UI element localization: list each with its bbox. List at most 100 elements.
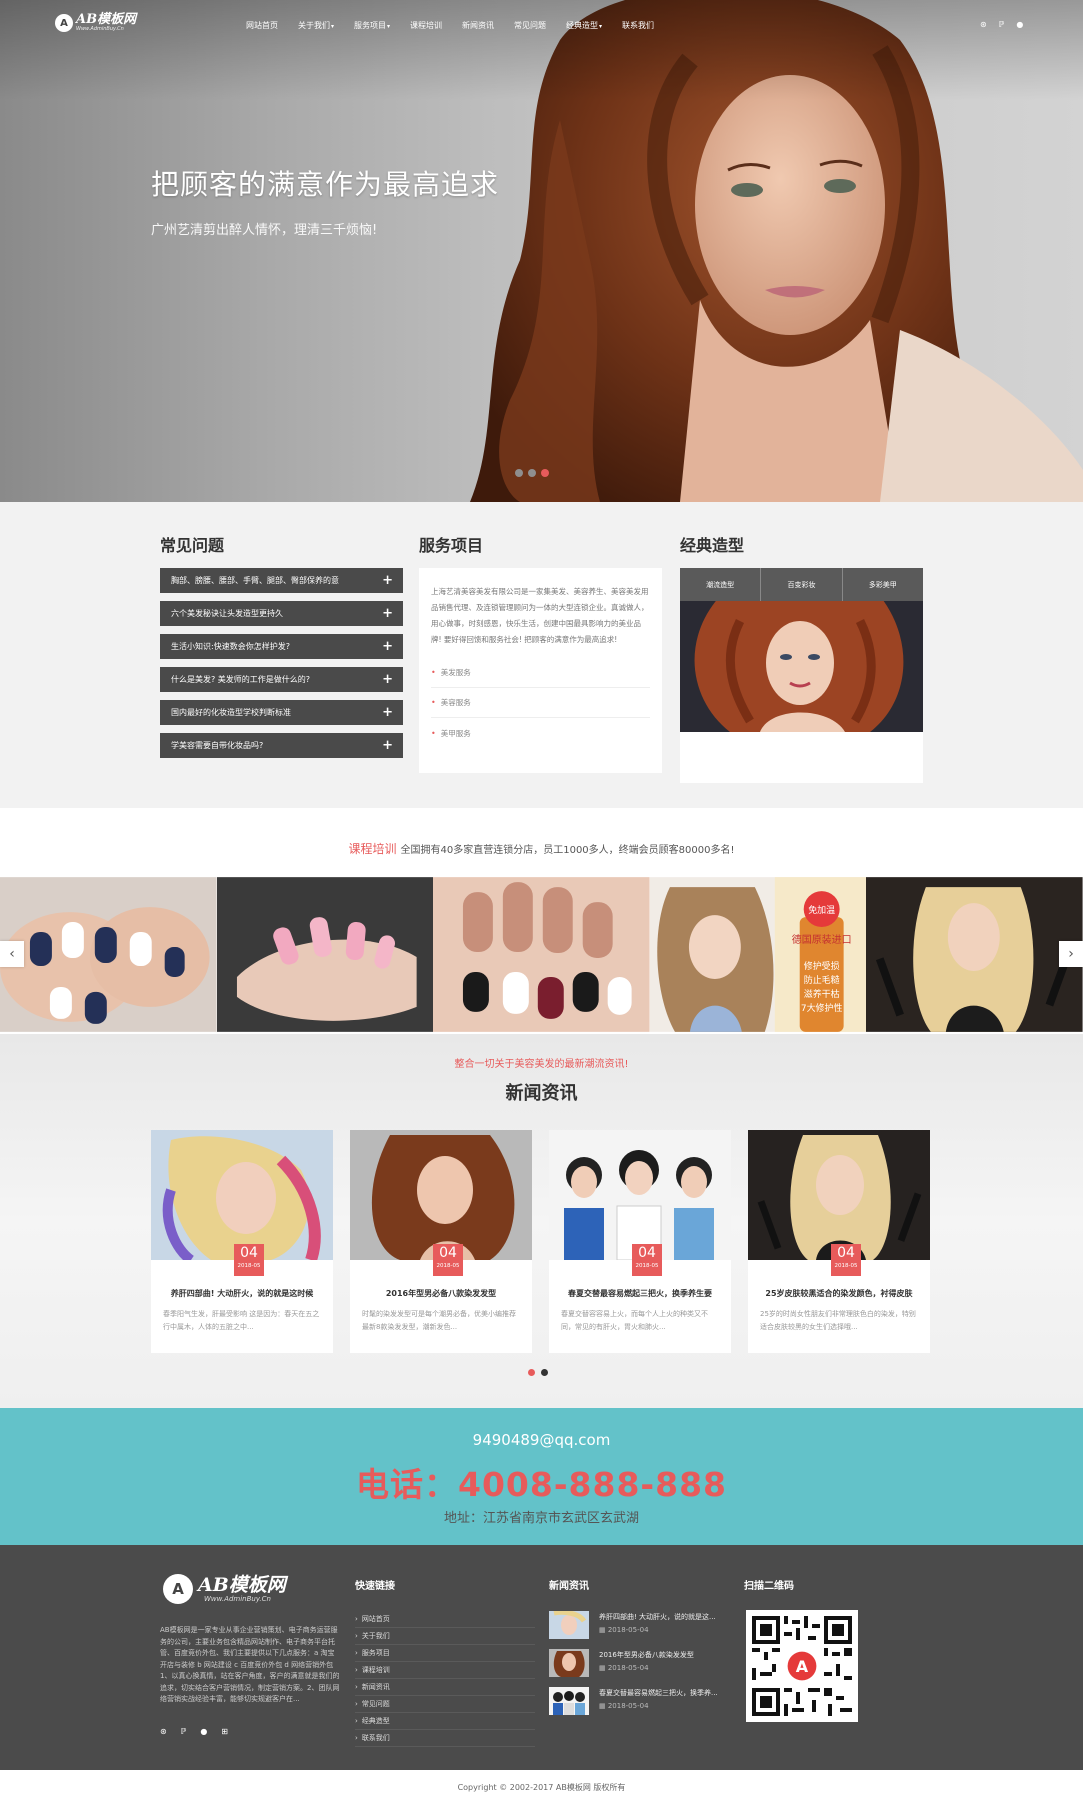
news-dot-2[interactable] xyxy=(541,1369,548,1376)
date-ym: 2018-05 xyxy=(237,1263,261,1269)
news-section: 整合一切关于美容美发的最新潮流资讯! 新闻资讯 04 2018-05 养肝四部曲!… xyxy=(0,1034,1083,1408)
faq-item[interactable]: 国内最好的化妆造型学校判断标准 + xyxy=(160,700,403,725)
footer-link-services[interactable]: › 服务项目 xyxy=(355,1645,535,1662)
nav-item-about[interactable]: 关于我们▾ xyxy=(298,20,334,31)
faq-question: 生活小知识:快速数会你怎样护发? xyxy=(171,642,290,651)
services-list: • 美发服务 • 美容服务 • 美甲服务 xyxy=(431,658,650,748)
chevron-down-icon: ▾ xyxy=(331,23,335,30)
cart-icon[interactable]: ⊞ xyxy=(221,1727,228,1736)
weibo-icon[interactable]: ⊛ xyxy=(980,20,987,29)
nav-item-home[interactable]: 网站首页 xyxy=(246,20,278,31)
course-image-nails-1[interactable] xyxy=(0,877,217,1032)
faq-item[interactable]: 胸部、膀腰、腰部、手臂、腿部、臀部保养的意 + xyxy=(160,568,403,593)
calendar-icon: ▦ xyxy=(599,1626,608,1634)
date-badge: 04 2018-05 xyxy=(234,1244,264,1276)
nav-item-news[interactable]: 新闻资讯 xyxy=(462,20,494,31)
news-card[interactable]: 04 2018-05 春夏交替最容易燃起三把火，换季养生要 春夏交替容容易上火，而… xyxy=(549,1130,731,1353)
news-thumb-image xyxy=(748,1130,930,1260)
hero-dot-1[interactable] xyxy=(515,469,523,477)
service-item-nails[interactable]: • 美甲服务 xyxy=(431,718,650,748)
course-image-nails-3[interactable] xyxy=(433,877,650,1032)
footer-news-item[interactable]: 2016年型男必备八款染发发型 ▦ 2018-05-04 xyxy=(549,1649,729,1687)
news-dot-1[interactable] xyxy=(528,1369,535,1376)
hero-dot-3[interactable] xyxy=(541,469,549,477)
chevron-right-icon: › xyxy=(355,1700,358,1708)
footer-link-contact[interactable]: › 联系我们 xyxy=(355,1730,535,1747)
plus-icon: + xyxy=(382,738,393,753)
carousel-prev-button[interactable]: ‹ xyxy=(0,941,24,967)
footer-news-item[interactable]: 养肝四部曲! 大动肝火，说的就是这... ▦ 2018-05-04 xyxy=(549,1611,729,1649)
footer-link-home[interactable]: › 网站首页 xyxy=(355,1611,535,1628)
footer-link-about[interactable]: › 关于我们 xyxy=(355,1628,535,1645)
nav-item-contact[interactable]: 联系我们 xyxy=(622,20,654,31)
faq-item[interactable]: 六个美发秘诀让头发造型更持久 + xyxy=(160,601,403,626)
qq-icon[interactable]: ● xyxy=(1016,20,1023,29)
news-pagination xyxy=(528,1369,554,1376)
svg-text:A: A xyxy=(796,1657,809,1676)
carousel-next-button[interactable]: › xyxy=(1059,941,1083,967)
logo-badge-icon: A xyxy=(55,14,73,32)
footer-link-faq[interactable]: › 常见问题 xyxy=(355,1696,535,1713)
hero-dot-2[interactable] xyxy=(528,469,536,477)
promo-badge: 免加温 xyxy=(808,904,835,916)
hero-pagination xyxy=(515,469,554,477)
footer-news-item[interactable]: 春夏交替最容易燃起三把火，换季养... ▦ 2018-05-04 xyxy=(549,1687,729,1725)
footer-news-item-date: ▦ 2018-05-04 xyxy=(599,1664,649,1672)
date-day: 04 xyxy=(837,1245,855,1261)
date-ym: 2018-05 xyxy=(635,1263,659,1269)
promo-line-3: 滋养干枯 xyxy=(804,988,840,1000)
date-ym: 2018-05 xyxy=(834,1263,858,1269)
nav-item-courses[interactable]: 课程培训 xyxy=(410,20,442,31)
course-image-hair-product[interactable]: 免加温 德国原装进口 修护受损 防止毛糙 滋养干枯 7大修护性 xyxy=(649,877,867,1032)
faq-question: 六个美发秘诀让头发造型更持久 xyxy=(171,609,283,618)
footer-link-courses[interactable]: › 课程培训 xyxy=(355,1662,535,1679)
footer-news-item-date: ▦ 2018-05-04 xyxy=(599,1626,649,1634)
faq-question: 什么是美发? 美发师的工作是做什么的? xyxy=(171,675,311,684)
news-tagline: 整合一切关于美容美发的最新潮流资讯! xyxy=(454,1059,629,1070)
footer-link-styles[interactable]: › 经典造型 xyxy=(355,1713,535,1730)
tab-makeup[interactable]: 百变彩妆 xyxy=(761,568,843,601)
services-panel: 上海艺清美容美发有限公司是一家集美发、美容养生、美容美发用品销售代理、及连锁管理… xyxy=(419,568,662,773)
tab-trend-style[interactable]: 潮流造型 xyxy=(680,568,762,601)
hero-title: 把顾客的满意作为最高追求 xyxy=(151,168,500,201)
faq-item[interactable]: 学美容需要自带化妆品吗? + xyxy=(160,733,403,758)
style-feature-image xyxy=(680,596,923,732)
contact-email[interactable]: 9490489@qq.com xyxy=(0,1431,1083,1449)
chevron-down-icon: ▾ xyxy=(599,23,603,30)
course-image-nails-2[interactable] xyxy=(216,877,434,1032)
footer-about-text: AB模板网是一家专业从事企业营销策划、电子商务运营服务的公司，主要业务包含精品网… xyxy=(160,1626,340,1703)
service-item-beauty[interactable]: • 美容服务 xyxy=(431,688,650,718)
logo-badge-icon: A xyxy=(163,1574,193,1604)
news-card-excerpt: 时髦的染发发型可是每个潮男必备，优美小编推荐最新8款染发发型，潮新发色... xyxy=(362,1310,516,1331)
date-badge: 04 2018-05 xyxy=(632,1244,662,1276)
faq-item[interactable]: 生活小知识:快速数会你怎样护发? + xyxy=(160,634,403,659)
news-card[interactable]: 04 2018-05 25岁皮肤较黑适合的染发颜色，衬得皮肤 25岁的时尚女性朋友… xyxy=(748,1130,930,1353)
footer-logo[interactable]: A AB模板网 Www.AdminBuy.Cn xyxy=(163,1574,286,1604)
footer-news-item-title: 养肝四部曲! 大动肝火，说的就是这... xyxy=(599,1613,716,1621)
service-item-hair[interactable]: • 美发服务 xyxy=(431,658,650,688)
footer-news-title: 新闻资讯 xyxy=(549,1581,589,1592)
chevron-right-icon: › xyxy=(355,1717,358,1725)
qr-code-image: A xyxy=(746,1610,858,1722)
date-ym: 2018-05 xyxy=(436,1263,460,1269)
weibo-icon[interactable]: ⊛ xyxy=(160,1727,167,1736)
chevron-right-icon: › xyxy=(355,1666,358,1674)
course-image-blonde[interactable] xyxy=(866,877,1083,1032)
footer-links-title: 快速链接 xyxy=(355,1581,395,1592)
news-card[interactable]: 04 2018-05 2016年型男必备八款染发发型 时髦的染发发型可是每个潮男必… xyxy=(350,1130,532,1353)
footer-link-news[interactable]: › 新闻资讯 xyxy=(355,1679,535,1696)
site-footer: A AB模板网 Www.AdminBuy.Cn AB模板网是一家专业从事企业营销… xyxy=(0,1545,1083,1770)
tab-nail-art[interactable]: 多彩美甲 xyxy=(842,568,923,601)
faq-item[interactable]: 什么是美发? 美发师的工作是做什么的? + xyxy=(160,667,403,692)
nav-item-styles[interactable]: 经典造型▾ xyxy=(566,20,602,31)
styles-title: 经典造型 xyxy=(680,536,745,555)
styles-tabs: 潮流造型 百变彩妆 多彩美甲 xyxy=(680,568,923,601)
paypal-icon[interactable]: ℙ xyxy=(181,1727,187,1736)
site-logo[interactable]: A AB模板网 Www.AdminBuy.Cn xyxy=(55,11,145,35)
calendar-icon: ▦ xyxy=(599,1702,608,1710)
news-card[interactable]: 04 2018-05 养肝四部曲! 大动肝火，说的就是这时候 春季阳气生发，肝最受… xyxy=(151,1130,333,1353)
nav-item-faq[interactable]: 常见问题 xyxy=(514,20,546,31)
nav-item-services[interactable]: 服务项目▾ xyxy=(354,20,390,31)
qq-icon[interactable]: ● xyxy=(200,1727,207,1736)
paypal-icon[interactable]: ℙ xyxy=(999,20,1005,29)
